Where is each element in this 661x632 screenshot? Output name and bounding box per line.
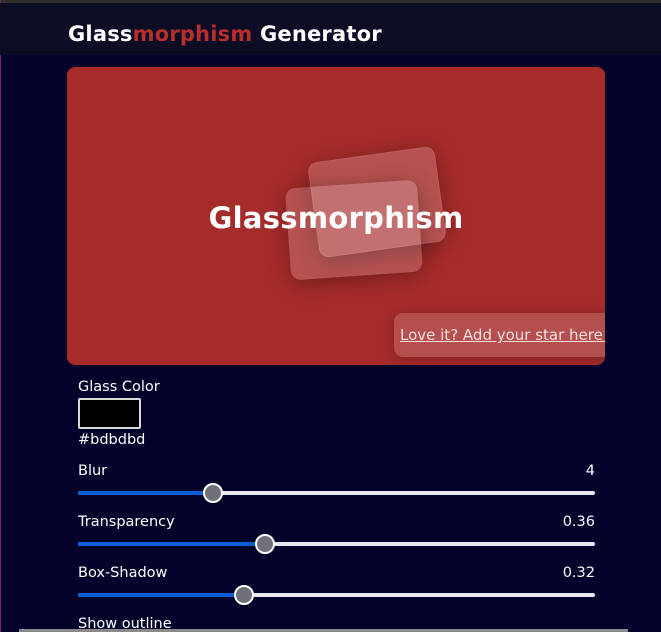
star-link-card[interactable]: Love it? Add your star here!	[394, 313, 605, 357]
transparency-label: Transparency	[78, 514, 175, 530]
page-title: Glassmorphism Generator	[68, 22, 382, 46]
title-part-generator: Generator	[252, 22, 382, 46]
glass-color-hex: #bdbdbd	[78, 432, 146, 448]
glass-color-picker[interactable]	[78, 398, 141, 429]
box-shadow-label: Box-Shadow	[78, 565, 168, 581]
title-part-glass: Glass	[68, 22, 133, 46]
transparency-value: 0.36	[562, 514, 595, 530]
star-link[interactable]: Love it? Add your star here!	[400, 326, 605, 344]
transparency-slider[interactable]	[78, 534, 595, 554]
blur-slider-fill	[78, 491, 212, 495]
transparency-slider-thumb[interactable]	[255, 534, 275, 554]
box-shadow-slider-thumb[interactable]	[234, 585, 254, 605]
star-link-label[interactable]: Love it? Add your star here!	[400, 326, 605, 344]
title-part-morphism: morphism	[132, 22, 253, 46]
transparency-slider-fill	[78, 542, 264, 546]
blur-slider-thumb[interactable]	[203, 483, 223, 503]
window-left-border	[0, 0, 1, 632]
preview-canvas: Glassmorphism Love it? Add your star her…	[67, 67, 605, 365]
preview-heading: Glassmorphism	[208, 201, 464, 235]
glass-color-label: Glass Color	[78, 379, 160, 395]
page-header: Glassmorphism Generator	[0, 3, 661, 55]
box-shadow-slider-fill	[78, 593, 243, 597]
blur-slider[interactable]	[78, 483, 595, 503]
blur-value: 4	[585, 463, 595, 479]
box-shadow-value: 0.32	[562, 565, 595, 581]
blur-label: Blur	[78, 463, 108, 479]
box-shadow-slider[interactable]	[78, 585, 595, 605]
